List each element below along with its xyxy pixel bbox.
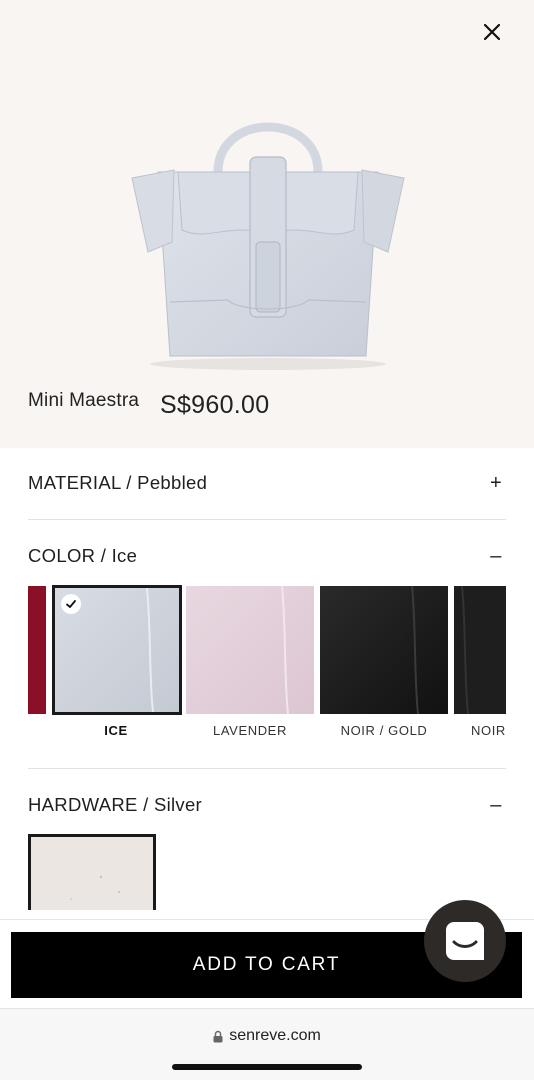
product-image xyxy=(131,122,405,370)
chat-icon xyxy=(446,922,484,960)
swatch-label-noir: NOIR xyxy=(471,723,506,738)
hardware-option-label: HARDWARE / Silver xyxy=(28,794,203,815)
divider xyxy=(28,519,506,520)
product-hero: Mini Maestra S$960.00 xyxy=(0,0,534,448)
url-display[interactable]: senreve.com xyxy=(0,1027,534,1045)
divider xyxy=(28,768,506,769)
expand-icon: + xyxy=(490,471,502,494)
lock-icon xyxy=(213,1030,223,1042)
color-option-header[interactable]: COLOR / Ice – xyxy=(28,541,506,571)
color-swatch-list xyxy=(28,585,506,715)
color-option-label: COLOR / Ice xyxy=(28,545,138,566)
swatch-label-lavender: LAVENDER xyxy=(213,723,287,738)
close-icon xyxy=(483,23,501,41)
swatch-label-noir-gold: NOIR / GOLD xyxy=(340,723,428,738)
material-option-label: MATERIAL / Pebbled xyxy=(28,472,208,493)
checkmark-icon xyxy=(61,594,81,614)
collapse-icon: – xyxy=(490,544,502,567)
swatch-tile xyxy=(28,586,46,714)
collapse-icon: – xyxy=(490,793,502,816)
swatch-tile xyxy=(52,585,182,715)
browser-address-bar: senreve.com xyxy=(0,1008,534,1080)
url-text: senreve.com xyxy=(229,1027,321,1044)
swatch-tile xyxy=(186,586,314,714)
hardware-option-header[interactable]: HARDWARE / Silver – xyxy=(28,790,506,820)
close-button[interactable] xyxy=(476,16,508,48)
swatch-tile xyxy=(454,586,506,714)
swatch-tile xyxy=(320,586,448,714)
swatch-tile xyxy=(31,837,153,910)
swatch-label-ice: ICE xyxy=(104,723,128,738)
material-option-header[interactable]: MATERIAL / Pebbled + xyxy=(28,468,506,498)
chat-button[interactable] xyxy=(424,900,506,982)
product-price: S$960.00 xyxy=(160,391,270,419)
hardware-swatch-silver[interactable] xyxy=(28,834,156,910)
product-name: Mini Maestra xyxy=(28,390,140,411)
home-indicator[interactable] xyxy=(172,1064,362,1070)
